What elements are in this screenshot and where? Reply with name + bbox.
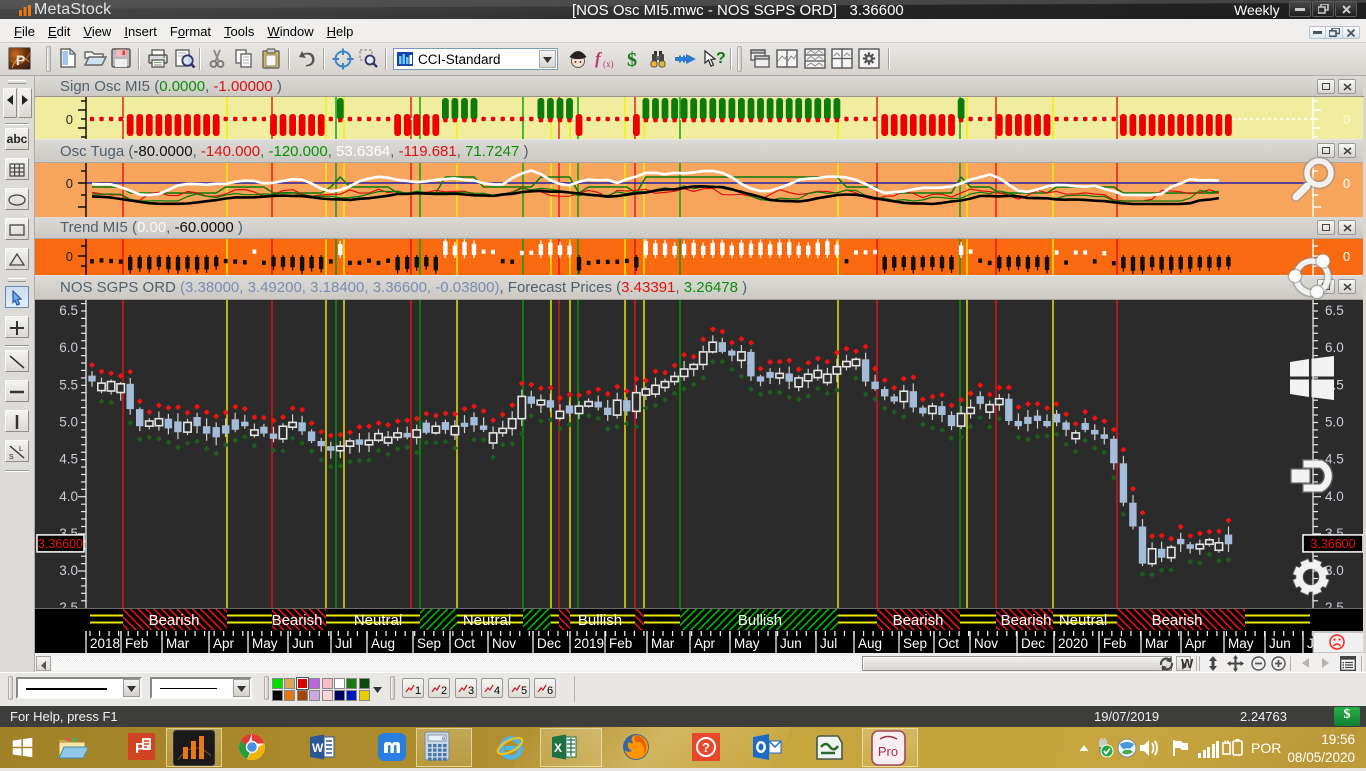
svg-text:Bearish: Bearish <box>1001 612 1052 629</box>
svg-text:f: f <box>595 49 603 68</box>
svg-text:Aug: Aug <box>371 636 395 651</box>
svg-text:Bearish: Bearish <box>149 612 200 629</box>
svg-text:$: $ <box>627 49 637 71</box>
svg-text:3.36600: 3.36600 <box>38 537 83 551</box>
svg-text:Jun: Jun <box>780 636 802 651</box>
svg-text:6: 6 <box>547 685 553 697</box>
svg-text:Feb: Feb <box>609 636 632 651</box>
svg-text:Dec: Dec <box>537 636 561 651</box>
svg-text:6.0: 6.0 <box>59 340 78 355</box>
svg-text:Mar: Mar <box>1145 636 1169 651</box>
svg-text:L: L <box>19 446 23 453</box>
svg-text:Oct: Oct <box>938 636 959 651</box>
svg-text:May: May <box>1228 636 1254 651</box>
svg-text:Nov: Nov <box>492 636 516 651</box>
svg-text:Pro: Pro <box>878 744 898 759</box>
svg-text:Neutral: Neutral <box>1059 612 1107 629</box>
svg-text:3: 3 <box>468 685 474 697</box>
svg-text:Nov: Nov <box>974 636 998 651</box>
svg-text:Bearish: Bearish <box>272 612 323 629</box>
svg-text:6.5: 6.5 <box>59 303 78 318</box>
svg-text:?: ? <box>716 50 726 67</box>
svg-text:Aug: Aug <box>858 636 882 651</box>
svg-text:0: 0 <box>1343 112 1350 127</box>
svg-text:2020: 2020 <box>1058 636 1088 651</box>
svg-text:0: 0 <box>442 736 445 742</box>
svg-text:?: ? <box>702 740 710 755</box>
svg-text:Mar: Mar <box>651 636 675 651</box>
svg-text:5: 5 <box>521 685 527 697</box>
svg-text:0: 0 <box>66 176 73 191</box>
svg-text:Bullish: Bullish <box>578 612 622 629</box>
svg-text:3.0: 3.0 <box>59 563 78 578</box>
svg-text:S: S <box>9 454 14 460</box>
svg-text:5.0: 5.0 <box>59 414 78 429</box>
svg-text:0: 0 <box>66 112 73 127</box>
svg-text:Apr: Apr <box>213 636 235 651</box>
svg-text:Bearish: Bearish <box>893 612 944 629</box>
svg-text:Sep: Sep <box>417 636 441 651</box>
svg-text:May: May <box>252 636 278 651</box>
svg-text:Apr: Apr <box>1185 636 1207 651</box>
svg-text:Sep: Sep <box>903 636 927 651</box>
svg-text:Apr: Apr <box>694 636 716 651</box>
svg-text:May: May <box>734 636 760 651</box>
svg-text:2019: 2019 <box>574 636 604 651</box>
svg-text:4.0: 4.0 <box>59 489 78 504</box>
svg-text:Dec: Dec <box>1021 636 1045 651</box>
svg-text:Neutral: Neutral <box>354 612 402 629</box>
svg-text:0: 0 <box>66 249 73 264</box>
svg-text:4: 4 <box>494 685 500 697</box>
svg-text:Jun: Jun <box>292 636 314 651</box>
svg-text:Mar: Mar <box>166 636 190 651</box>
svg-text:Feb: Feb <box>1103 636 1126 651</box>
svg-text:2018: 2018 <box>90 636 120 651</box>
svg-text:Jul: Jul <box>820 636 837 651</box>
svg-text:1: 1 <box>415 685 421 697</box>
svg-text:Feb: Feb <box>125 636 148 651</box>
svg-text:5.5: 5.5 <box>59 377 78 392</box>
svg-text:Bearish: Bearish <box>1152 612 1203 629</box>
svg-text:4.5: 4.5 <box>59 452 78 467</box>
svg-text:(x): (x) <box>603 59 614 69</box>
svg-text:Jun: Jun <box>1269 636 1291 651</box>
svg-text:Neutral: Neutral <box>463 612 511 629</box>
svg-text:Jul: Jul <box>335 636 352 651</box>
svg-text:Bullish: Bullish <box>738 612 782 629</box>
svg-text:X: X <box>554 741 562 755</box>
svg-text:W: W <box>312 741 324 755</box>
svg-text:2.5: 2.5 <box>59 600 78 608</box>
svg-text:Oct: Oct <box>454 636 475 651</box>
svg-text:2: 2 <box>441 685 447 697</box>
svg-text:P: P <box>16 52 25 68</box>
